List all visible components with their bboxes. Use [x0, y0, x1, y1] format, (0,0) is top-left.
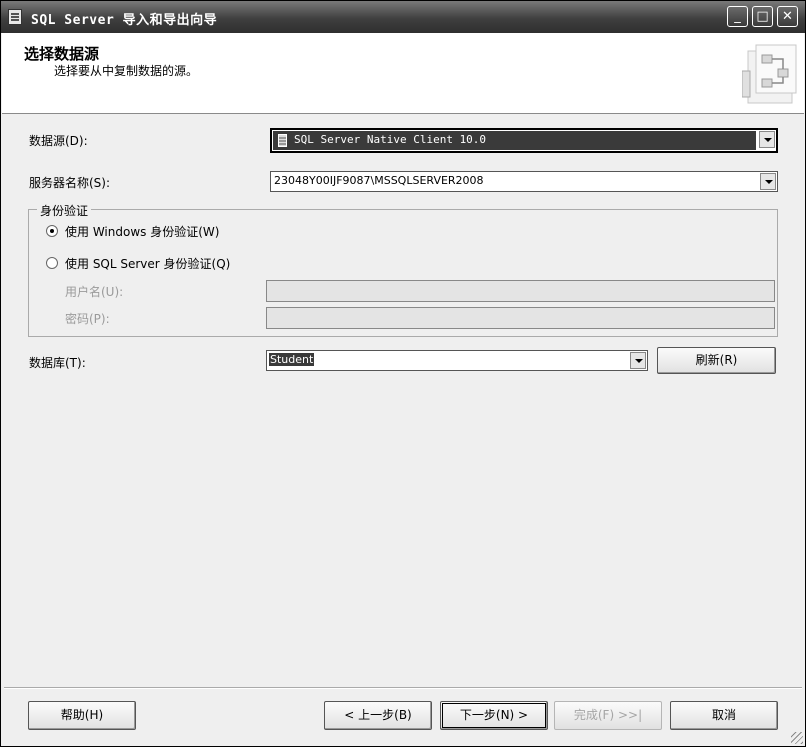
sql-auth-label[interactable]: 使用 SQL Server 身份验证(Q) — [65, 255, 230, 272]
database-value: Student — [269, 353, 315, 366]
data-source-dropdown-arrow[interactable] — [759, 131, 775, 148]
windows-auth-radio[interactable] — [46, 225, 58, 237]
data-source-label: 数据源(D): — [29, 134, 88, 148]
window-title: SQL Server 导入和导出向导 — [31, 13, 218, 28]
password-label: 密码(P): — [65, 312, 110, 326]
database-label: 数据库(T): — [29, 356, 86, 370]
windows-auth-label[interactable]: 使用 Windows 身份验证(W) — [65, 223, 219, 240]
wizard-window: SQL Server 导入和导出向导 _ □ ✕ 选择数据源 选择要从中复制数据… — [0, 0, 806, 747]
next-button[interactable]: 下一步(N) > — [440, 701, 548, 730]
username-label: 用户名(U): — [65, 285, 124, 299]
data-flow-icon — [742, 44, 797, 104]
username-input[interactable] — [266, 280, 775, 302]
minimize-button[interactable]: _ — [727, 6, 748, 27]
footer-divider — [4, 687, 802, 689]
data-source-combobox[interactable]: SQL Server Native Client 10.0 — [270, 128, 778, 153]
wizard-app-icon — [8, 9, 22, 25]
database-combobox[interactable]: Student — [266, 350, 648, 371]
database-dropdown-arrow[interactable] — [630, 352, 646, 369]
page-title: 选择数据源 — [24, 45, 100, 63]
server-name-label: 服务器名称(S): — [29, 176, 111, 190]
server-name-dropdown-arrow[interactable] — [760, 173, 776, 190]
refresh-button[interactable]: 刷新(R) — [657, 347, 776, 374]
finish-button[interactable]: 完成(F) >>| — [554, 701, 662, 730]
password-input[interactable] — [266, 307, 775, 329]
help-button[interactable]: 帮助(H) — [28, 701, 136, 730]
server-name-combobox[interactable]: 23048Y00IJF9087\MSSQLSERVER2008 — [270, 171, 778, 192]
sql-auth-radio[interactable] — [46, 257, 58, 269]
wizard-header: 选择数据源 选择要从中复制数据的源。 — [2, 33, 804, 114]
database-icon — [278, 134, 287, 147]
server-name-value: 23048Y00IJF9087\MSSQLSERVER2008 — [274, 174, 484, 187]
data-source-value: SQL Server Native Client 10.0 — [294, 133, 487, 146]
maximize-button[interactable]: □ — [752, 6, 773, 27]
resize-grip-icon[interactable] — [791, 732, 803, 744]
cancel-button[interactable]: 取消 — [670, 701, 778, 730]
title-bar[interactable]: SQL Server 导入和导出向导 _ □ ✕ — [1, 1, 805, 33]
back-button[interactable]: < 上一步(B) — [324, 701, 432, 730]
page-subtitle: 选择要从中复制数据的源。 — [54, 64, 199, 78]
auth-group-title: 身份验证 — [37, 202, 92, 219]
close-button[interactable]: ✕ — [777, 6, 798, 27]
